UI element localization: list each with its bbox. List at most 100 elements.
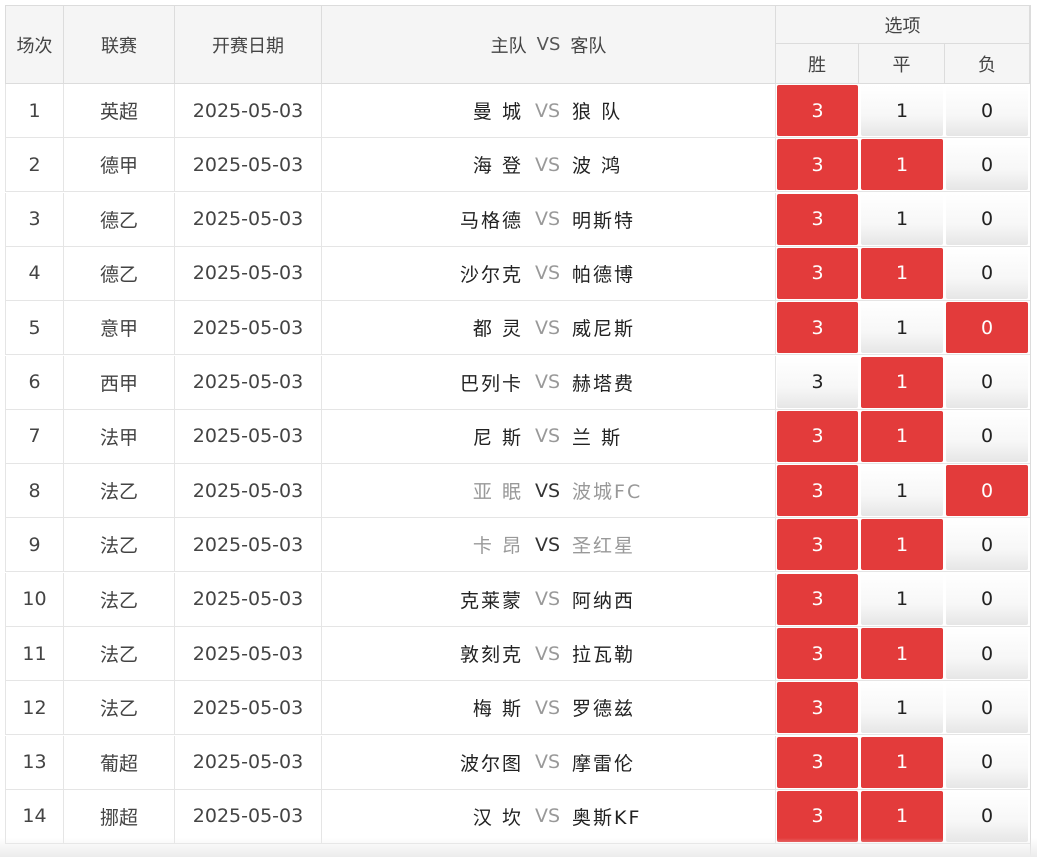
row-date: 2025-05-03 (175, 301, 322, 355)
teams-line: 都 灵 VS 威尼斯 (325, 314, 772, 341)
option-draw-button[interactable]: 1 (861, 85, 943, 136)
option-draw-button[interactable]: 1 (861, 519, 943, 571)
teams-line: 曼 城 VS 狼 队 (325, 97, 772, 124)
home-team: 卡 昂 (472, 535, 523, 558)
away-team: 狼 队 (572, 101, 623, 123)
option-loss-button[interactable]: 0 (946, 85, 1028, 136)
header-opt-loss: 负 (945, 44, 1030, 83)
row-date: 2025-05-03 (175, 464, 322, 518)
row-teams: 汉 坎 VS 奥斯KF (322, 789, 776, 843)
row-date: 2025-05-03 (175, 518, 322, 572)
option-win-button[interactable]: 3 (777, 736, 858, 788)
home-team: 汉 坎 (472, 806, 523, 829)
row-teams: 曼 城 VS 狼 队 (322, 84, 776, 137)
header-home: 主队 (490, 35, 527, 57)
option-loss-button[interactable]: 0 (946, 573, 1028, 625)
option-loss-button[interactable]: 0 (946, 139, 1028, 191)
table-row: 1 英超 2025-05-03 曼 城 VS 狼 队310 (5, 84, 1034, 138)
option-win-button[interactable]: 3 (777, 139, 858, 191)
option-loss-button[interactable]: 0 (946, 790, 1028, 842)
away-team: 拉瓦勒 (572, 644, 636, 666)
vs-label: VS (534, 208, 561, 231)
option-draw-button[interactable]: 1 (861, 410, 943, 462)
away-team: 圣红星 (572, 535, 636, 558)
option-win-button[interactable]: 3 (777, 790, 858, 842)
home-team: 海 登 (472, 155, 523, 178)
row-index: 4 (5, 246, 64, 300)
table-row: 7 法甲 2025-05-03 尼 斯 VS 兰 斯 310 (5, 409, 1034, 464)
option-draw-button[interactable]: 1 (861, 736, 943, 788)
teams-line: 亚 眠 VS 波城FC (325, 477, 772, 504)
option-win-button[interactable]: 3 (777, 247, 858, 299)
option-win-button[interactable]: 3 (777, 193, 858, 245)
option-win-button[interactable]: 3 (777, 85, 858, 136)
home-team: 曼 城 (472, 101, 523, 123)
option-loss-button[interactable]: 0 (946, 465, 1028, 517)
home-team: 沙尔克 (459, 263, 523, 286)
row-date: 2025-05-03 (175, 681, 322, 735)
row-league: 意甲 (64, 301, 175, 355)
home-team: 都 灵 (472, 318, 523, 341)
table-row: 12 法乙 2025-05-03 梅 斯 VS 罗德兹 3 1 0 (5, 681, 1034, 736)
option-win-button[interactable]: 3 (777, 356, 858, 408)
row-teams: 巴列卡 VS 赫塔费 (322, 355, 776, 409)
option-loss-button[interactable]: 0 (946, 682, 1028, 734)
option-draw-button[interactable]: 1 (861, 790, 943, 842)
option-loss-button[interactable]: 0 (946, 193, 1028, 245)
table-header: 场次 联赛 开赛日期 主队 VS 客队 选项 胜 平 负 (5, 5, 1034, 84)
away-team: 威尼斯 (572, 318, 636, 341)
header-index: 场次 (5, 6, 64, 83)
row-date: 2025-05-03 (175, 627, 322, 680)
option-draw-button[interactable]: 1 (861, 465, 943, 517)
teams-line: 卡 昂 VS 圣红星 (325, 531, 772, 558)
option-loss-button[interactable]: 0 (946, 302, 1028, 354)
option-draw-button[interactable]: 1 (861, 247, 943, 299)
table-row: 10 法乙 2025-05-03 克莱蒙 VS 阿纳西 3 1 0 (5, 572, 1034, 627)
row-league: 法乙 (64, 518, 175, 572)
option-draw-button[interactable]: 1 (861, 682, 943, 734)
row-teams: 沙尔克 VS 帕德博 (322, 246, 776, 300)
option-win-button[interactable]: 3 (777, 519, 858, 571)
vs-label: VS (534, 805, 561, 828)
option-loss-button[interactable]: 0 (946, 736, 1028, 788)
away-team: 阿纳西 (572, 589, 636, 612)
option-loss-button[interactable]: 0 (946, 356, 1028, 408)
away-team: 兰 斯 (572, 426, 623, 449)
row-league: 法乙 (64, 627, 175, 680)
row-league: 挪超 (64, 789, 175, 843)
option-win-button[interactable]: 3 (777, 465, 858, 517)
vs-label: VS (534, 533, 561, 556)
option-win-button[interactable]: 3 (777, 302, 858, 354)
option-win-button[interactable]: 3 (777, 573, 858, 625)
option-win-button[interactable]: 3 (777, 628, 858, 679)
option-draw-button[interactable]: 1 (861, 193, 943, 245)
option-win-button[interactable]: 3 (777, 682, 858, 734)
header-away: 客队 (570, 35, 607, 57)
header-opt-draw: 平 (859, 44, 945, 83)
option-draw-button[interactable]: 1 (861, 302, 943, 354)
option-loss-button[interactable]: 0 (946, 247, 1028, 299)
row-league: 德甲 (64, 138, 175, 192)
option-loss-button[interactable]: 0 (946, 628, 1028, 679)
away-team: 罗德兹 (572, 698, 636, 721)
row-date: 2025-05-03 (175, 409, 322, 463)
option-draw-button[interactable]: 1 (861, 573, 943, 625)
row-index: 12 (5, 681, 64, 735)
option-draw-button[interactable]: 1 (861, 628, 943, 679)
option-draw-button[interactable]: 1 (861, 139, 943, 191)
row-teams: 克莱蒙 VS 阿纳西 (322, 572, 776, 626)
option-draw-button[interactable]: 1 (861, 356, 943, 408)
vs-label: VS (534, 588, 561, 611)
option-win-button[interactable]: 3 (777, 410, 858, 462)
row-index: 11 (5, 627, 64, 680)
table-row: 4 德乙 2025-05-03 沙尔克 VS 帕德博 3 1 0 (5, 246, 1034, 301)
option-loss-button[interactable]: 0 (946, 410, 1028, 462)
vs-label: VS (534, 99, 561, 122)
home-team: 克莱蒙 (459, 589, 523, 612)
vs-label: VS (534, 316, 561, 339)
home-team: 亚 眠 (472, 481, 523, 504)
teams-line: 巴列卡 VS 赫塔费 (325, 369, 772, 396)
table-row: 5 意甲 2025-05-03 都 灵 VS 威尼斯 3 1 0 (5, 301, 1034, 356)
option-loss-button[interactable]: 0 (946, 519, 1028, 571)
row-teams: 马格德 VS 明斯特 (322, 192, 776, 246)
